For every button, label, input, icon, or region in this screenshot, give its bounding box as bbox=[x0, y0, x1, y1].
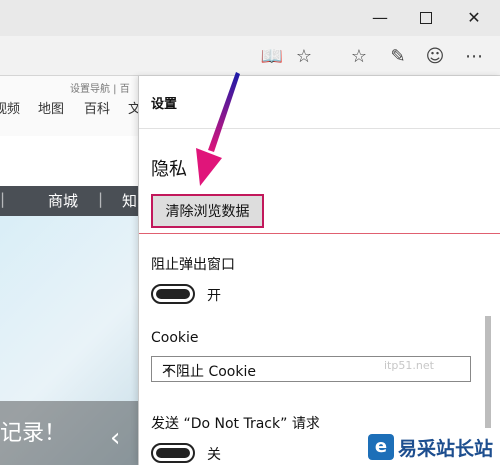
close-button[interactable]: ✕ bbox=[451, 0, 497, 36]
logo-mark: e bbox=[368, 434, 394, 460]
webpage-blank-area bbox=[0, 136, 140, 187]
category-divider: | bbox=[98, 190, 104, 208]
maximize-icon bbox=[420, 12, 432, 24]
category-divider: | bbox=[0, 190, 6, 208]
cookie-label: Cookie bbox=[151, 330, 199, 346]
nav-link-video[interactable]: 视频 bbox=[0, 98, 20, 117]
do-not-track-label: 发送 “Do Not Track” 请求 bbox=[151, 416, 320, 432]
minimize-button[interactable]: — bbox=[357, 0, 403, 36]
toggle-knob bbox=[156, 448, 190, 458]
clear-browsing-data-label: 清除浏览数据 bbox=[165, 204, 250, 220]
logo-name: 易采站长站 bbox=[398, 438, 494, 460]
maximize-button[interactable] bbox=[403, 0, 449, 36]
reading-view-icon[interactable]: 📖 bbox=[258, 42, 286, 70]
more-icon[interactable]: ⋯ bbox=[460, 42, 488, 70]
webpage-content: 设置导航 | 百 视频 地图 百科 文 | 商城 | 知 记录！ ‹ bbox=[0, 76, 140, 465]
webpage-category-bar: | 商城 | 知 bbox=[0, 186, 140, 216]
webpage-tiny-text: 设置导航 | 百 bbox=[70, 84, 130, 95]
site-logo: e 易采站长站 bbox=[358, 428, 500, 465]
category-zhi[interactable]: 知 bbox=[122, 190, 137, 211]
do-not-track-state: 关 bbox=[207, 447, 221, 463]
annotation-line bbox=[139, 233, 500, 234]
minimize-icon: — bbox=[372, 8, 388, 27]
clear-browsing-data-button[interactable]: 清除浏览数据 bbox=[151, 194, 264, 228]
nav-link-map[interactable]: 地图 bbox=[38, 98, 64, 117]
nav-link-baike[interactable]: 百科 bbox=[84, 98, 110, 117]
annotation-arrow bbox=[196, 72, 240, 186]
hub-icon[interactable]: ☆ bbox=[345, 42, 373, 70]
toggle-knob bbox=[156, 289, 190, 299]
settings-title: 设置 bbox=[151, 97, 178, 112]
banner-photo[interactable]: 记录！ ‹ bbox=[0, 216, 140, 465]
do-not-track-toggle[interactable] bbox=[151, 443, 195, 463]
banner-prev-icon[interactable]: ‹ bbox=[110, 423, 120, 453]
title-bar: — ✕ bbox=[0, 0, 500, 36]
privacy-heading: 隐私 bbox=[151, 159, 187, 180]
browser-toolbar: 📖 ☆ ☆ ✎ ☺ ⋯ bbox=[0, 36, 500, 76]
feedback-smiley-icon[interactable]: ☺ bbox=[421, 42, 449, 70]
block-popups-toggle[interactable] bbox=[151, 284, 195, 304]
block-popups-label: 阻止弹出窗口 bbox=[151, 257, 235, 273]
webpage-top-nav: 设置导航 | 百 视频 地图 百科 文 bbox=[0, 76, 140, 136]
banner-text: 记录！ bbox=[0, 421, 67, 446]
web-note-icon[interactable]: ✎ bbox=[384, 42, 412, 70]
favorite-star-icon[interactable]: ☆ bbox=[290, 42, 318, 70]
watermark-text: itp51.net bbox=[384, 359, 434, 372]
close-icon: ✕ bbox=[467, 8, 481, 27]
category-mall[interactable]: 商城 bbox=[48, 190, 78, 211]
block-popups-state: 开 bbox=[207, 288, 221, 304]
